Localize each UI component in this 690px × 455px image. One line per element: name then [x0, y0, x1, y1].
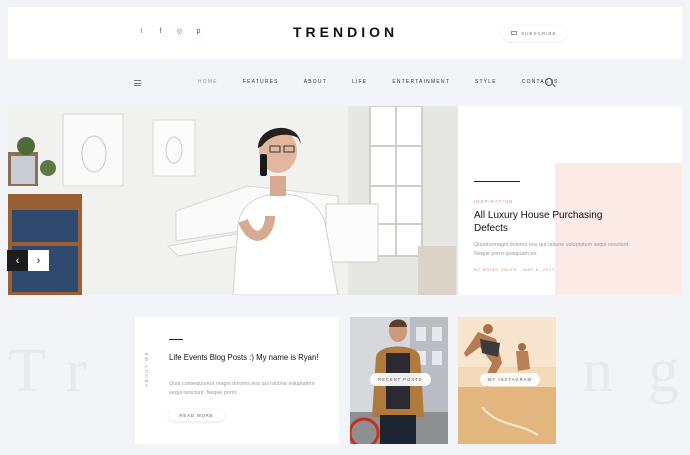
site-logo[interactable]: TRENDION	[293, 24, 398, 40]
nav-life[interactable]: LIFE	[352, 79, 367, 85]
about-me-card: ABOUT ME Life Events Blog Posts :) My na…	[135, 317, 339, 444]
instagram-label[interactable]: MY INSTAGRAM	[480, 373, 540, 386]
search-icon[interactable]	[545, 78, 553, 86]
hero-slider-image	[8, 106, 458, 295]
read-more-button[interactable]: READ MORE	[169, 409, 224, 421]
post-author[interactable]: BY BRIAN SMITH	[474, 267, 517, 272]
menu-icon[interactable]	[134, 80, 141, 86]
about-title: Life Events Blog Posts :) My name is Rya…	[169, 353, 319, 362]
hero-illustration	[8, 106, 458, 295]
slider-prev-button[interactable]: ‹	[7, 250, 28, 271]
social-links: t f ◎ p	[138, 27, 202, 36]
nav-links: HOME FEATURES ABOUT LIFE ENTERTAINMENT S…	[198, 79, 584, 85]
background-letter: r	[66, 337, 87, 405]
instagram-icon[interactable]: ◎	[176, 27, 183, 36]
instagram-tile[interactable]: MY INSTAGRAM	[458, 317, 556, 444]
pinterest-icon[interactable]: p	[195, 27, 202, 36]
nav-about[interactable]: ABOUT	[304, 79, 327, 85]
background-letter: n	[582, 337, 613, 405]
nav-entertainment[interactable]: ENTERTAINMENT	[392, 79, 450, 85]
divider-line	[474, 181, 520, 182]
post-title[interactable]: All Luxury House Purchasing Defects	[474, 209, 624, 235]
recent-posts-tile[interactable]: RECENT POSTS	[350, 317, 448, 444]
about-vertical-label: ABOUT ME	[144, 350, 149, 387]
recent-posts-label[interactable]: RECENT POSTS	[370, 373, 431, 386]
subscribe-label: SUBSCRIBE	[521, 30, 557, 36]
slider-controls: ‹ ›	[7, 250, 49, 271]
divider-line	[169, 339, 183, 340]
facebook-icon[interactable]: f	[157, 27, 164, 36]
header-bar: t f ◎ p TRENDION SUBSCRIBE	[8, 7, 682, 59]
post-excerpt: Quunturmagni dolores eos qui ratione vol…	[474, 242, 630, 257]
nav-style[interactable]: STYLE	[475, 79, 497, 85]
post-date: MAY 8, 2017	[523, 267, 555, 272]
background-letter: g	[648, 337, 679, 405]
post-meta: BY BRIAN SMITH MAY 8, 2017	[474, 267, 555, 272]
main-nav: HOME FEATURES ABOUT LIFE ENTERTAINMENT S…	[0, 72, 690, 94]
nav-home[interactable]: HOME	[198, 79, 218, 85]
featured-post-card[interactable]: INSPIRATION All Luxury House Purchasing …	[458, 106, 682, 295]
nav-features[interactable]: FEATURES	[243, 79, 279, 85]
background-letter: T	[8, 337, 46, 405]
twitter-icon[interactable]: t	[138, 27, 145, 36]
post-category[interactable]: INSPIRATION	[474, 199, 513, 204]
envelope-icon	[511, 31, 517, 35]
slider-next-button[interactable]: ›	[28, 250, 49, 271]
subscribe-button[interactable]: SUBSCRIBE	[502, 25, 566, 41]
about-excerpt: Quia consequuntur magni dolores eos qui …	[169, 381, 315, 396]
